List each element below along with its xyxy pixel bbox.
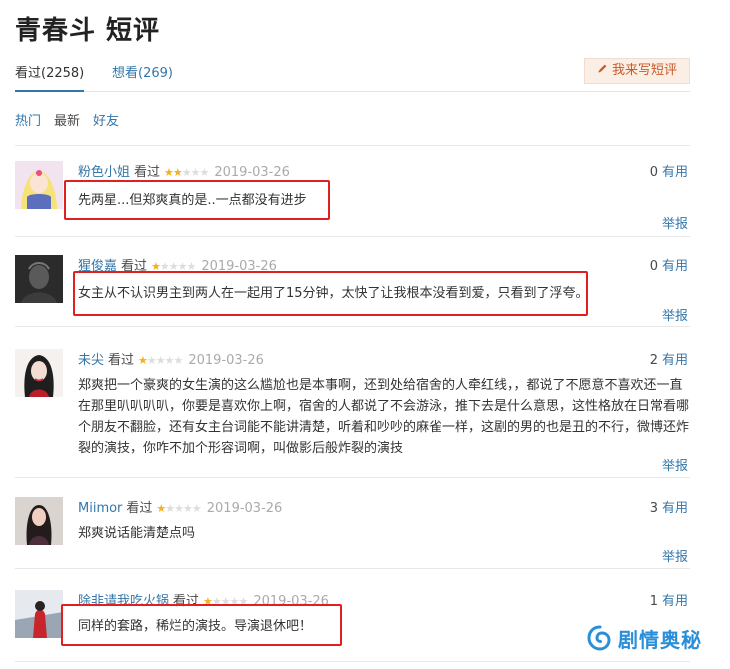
avatar[interactable] bbox=[15, 590, 63, 638]
vote-count: 2 bbox=[649, 353, 658, 368]
comment-username[interactable]: 未尖 bbox=[78, 353, 104, 368]
report-button[interactable]: 举报 bbox=[662, 213, 688, 232]
comment-username[interactable]: Miimor bbox=[78, 501, 122, 516]
filter-hot[interactable]: 热门 bbox=[15, 110, 41, 129]
useful-button[interactable]: 有用 bbox=[662, 259, 688, 274]
useful-button[interactable]: 有用 bbox=[662, 501, 688, 516]
highlight-box bbox=[73, 271, 588, 316]
comment-votes: 1 有用 bbox=[650, 590, 688, 609]
vote-count: 0 bbox=[649, 165, 658, 180]
avatar[interactable] bbox=[15, 255, 63, 303]
watermark: 剧情奥秘 bbox=[586, 620, 702, 656]
tab-seen[interactable]: 看过(2258) bbox=[15, 62, 85, 92]
pencil-icon bbox=[597, 59, 608, 83]
swirl-icon bbox=[586, 624, 614, 652]
rating-stars: ★★★★★ bbox=[156, 502, 201, 515]
filter-newest[interactable]: 最新 bbox=[54, 110, 80, 129]
highlight-box bbox=[64, 180, 330, 220]
comment-username[interactable]: 粉色小姐 bbox=[78, 165, 130, 180]
comment-votes: 0 有用 bbox=[650, 255, 688, 274]
watermark-text: 剧情奥秘 bbox=[618, 627, 702, 652]
report-button[interactable]: 举报 bbox=[662, 546, 688, 565]
comment-date: 2019-03-26 bbox=[188, 353, 264, 368]
avatar[interactable] bbox=[15, 349, 63, 397]
vote-count: 3 bbox=[649, 501, 658, 516]
comment-text: 郑爽说话能清楚点吗 bbox=[78, 526, 196, 541]
comment-status: 看过 bbox=[126, 501, 153, 516]
vote-count: 1 bbox=[649, 594, 658, 609]
comment-votes: 3 有用 bbox=[650, 497, 688, 516]
useful-button[interactable]: 有用 bbox=[662, 165, 688, 180]
rating-stars: ★★★★★ bbox=[164, 166, 209, 179]
comment-meta: Miimor 看过 ★★★★★ 2019-03-26 bbox=[78, 497, 282, 516]
write-review-button[interactable]: 我来写短评 bbox=[584, 58, 690, 84]
comment-item: Miimor 看过 ★★★★★ 2019-03-26 3 有用 郑爽说话能清楚点吗 举报 bbox=[15, 497, 690, 569]
avatar[interactable] bbox=[15, 161, 63, 209]
vote-count: 0 bbox=[649, 259, 658, 274]
comment-meta: 粉色小姐 看过 ★★★★★ 2019-03-26 bbox=[78, 161, 290, 180]
highlight-box bbox=[61, 604, 342, 646]
divider bbox=[15, 145, 690, 146]
comment-votes: 2 有用 bbox=[650, 349, 688, 368]
page-title: 青春斗 短评 bbox=[15, 16, 161, 46]
report-button[interactable]: 举报 bbox=[662, 305, 688, 324]
write-review-label: 我来写短评 bbox=[611, 63, 677, 78]
useful-button[interactable]: 有用 bbox=[662, 594, 688, 609]
comment-date: 2019-03-26 bbox=[214, 165, 290, 180]
report-button[interactable]: 举报 bbox=[662, 455, 688, 474]
comment-date: 2019-03-26 bbox=[206, 501, 283, 516]
comment-item: 未尖 看过 ★★★★★ 2019-03-26 2 有用 郑爽把一个豪爽的女生演的这么尴尬… bbox=[15, 349, 690, 478]
avatar[interactable] bbox=[15, 497, 63, 545]
comment-status: 看过 bbox=[108, 353, 135, 368]
comment-meta: 未尖 看过 ★★★★★ 2019-03-26 bbox=[78, 349, 264, 368]
useful-button[interactable]: 有用 bbox=[662, 353, 688, 368]
tab-want[interactable]: 想看(269) bbox=[112, 62, 173, 81]
comment-status: 看过 bbox=[134, 165, 161, 180]
filter-friends[interactable]: 好友 bbox=[93, 110, 119, 129]
rating-stars: ★★★★★ bbox=[138, 354, 183, 367]
comment-votes: 0 有用 bbox=[650, 161, 688, 180]
comment-text: 郑爽把一个豪爽的女生演的这么尴尬也是本事啊，还到处给宿舍的人牵红线，，都说了不愿… bbox=[78, 378, 690, 456]
comment-tabs: 看过(2258) 想看(269) 我来写短评 bbox=[15, 58, 690, 92]
